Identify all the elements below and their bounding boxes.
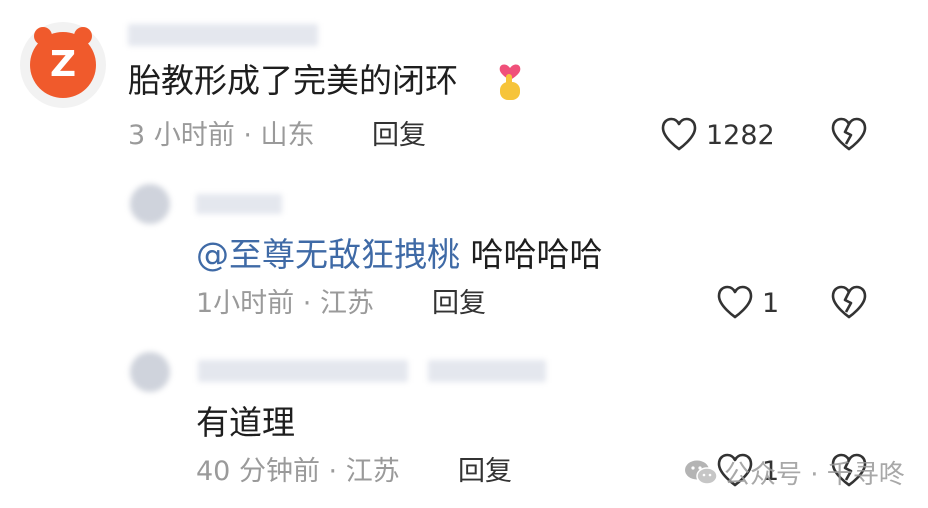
username-blurred[interactable] xyxy=(128,24,318,46)
comment-time: 1小时前 xyxy=(196,288,295,319)
comment-location: 江苏 xyxy=(345,456,400,487)
like-heart-icon[interactable] xyxy=(716,284,754,320)
meta-separator: · xyxy=(328,456,338,487)
dislike-broken-heart-icon[interactable] xyxy=(830,284,868,320)
like-count: 1282 xyxy=(706,120,775,151)
comment-meta: 3 小时前 · 山东 xyxy=(128,122,315,149)
watermark: 公众号 · 千寻咚 xyxy=(684,454,905,491)
comment-location: 山东 xyxy=(260,120,315,151)
meta-separator: · xyxy=(243,120,252,151)
comment-body: 哈哈哈哈 xyxy=(470,235,603,274)
comment-meta: 40 分钟前 · 江苏 xyxy=(196,458,400,485)
bear-logo-icon: Z xyxy=(30,27,96,98)
like-heart-icon[interactable] xyxy=(660,116,698,152)
comment-location: 江苏 xyxy=(319,288,374,319)
avatar[interactable] xyxy=(130,184,170,224)
wechat-icon xyxy=(684,459,718,487)
mention-link[interactable]: @至尊无敌狂拽桃 xyxy=(196,235,460,274)
reply-button[interactable]: 回复 xyxy=(372,122,426,149)
finger-heart-icon xyxy=(494,60,526,104)
username-blurred[interactable] xyxy=(196,194,282,214)
like-count: 1 xyxy=(762,288,780,319)
dislike-broken-heart-icon[interactable] xyxy=(830,116,868,152)
username-blurred[interactable] xyxy=(198,360,408,382)
reply-target-blurred xyxy=(428,360,546,382)
avatar[interactable]: Z xyxy=(20,22,106,108)
reply-button[interactable]: 回复 xyxy=(432,290,486,317)
comment-text: 有道理 xyxy=(196,403,295,442)
avatar[interactable] xyxy=(130,352,170,392)
comment-time: 40 分钟前 xyxy=(196,456,320,487)
meta-separator: · xyxy=(302,288,312,319)
watermark-text: 公众号 · 千寻咚 xyxy=(724,460,905,490)
comment-time: 3 小时前 xyxy=(128,120,235,151)
comment-meta: 1小时前 · 江苏 xyxy=(196,290,374,317)
reply-button[interactable]: 回复 xyxy=(458,458,512,485)
comment-text: 胎教形成了完美的闭环 xyxy=(128,61,458,100)
comment-text: @至尊无敌狂拽桃 哈哈哈哈 xyxy=(196,238,603,271)
